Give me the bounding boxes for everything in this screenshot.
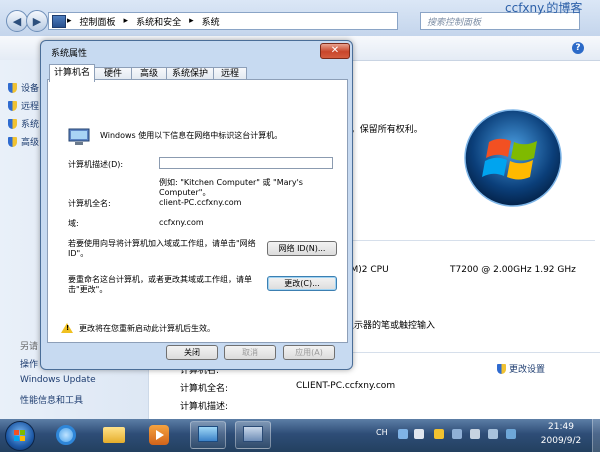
link-windows-update[interactable]: Windows Update — [20, 375, 96, 385]
rename-text: 要重命名这台计算机，或者更改其域或工作组，请单击"更改"。 — [68, 275, 252, 294]
breadcrumb-sep-icon: ▸ — [67, 16, 72, 26]
tray-app-icon[interactable] — [488, 429, 498, 439]
domain-label: 域: — [68, 219, 79, 228]
windows-logo-icon — [464, 109, 562, 207]
cancel-button[interactable]: 取消 — [224, 345, 276, 360]
ime-icon[interactable] — [398, 429, 408, 439]
warning-mark: ! — [66, 324, 70, 332]
forward-button[interactable]: ▶ — [26, 10, 48, 32]
copyright-text: n。保留所有权利。 — [345, 125, 423, 135]
help-icon[interactable]: ? — [572, 42, 584, 54]
windows-flag-icon — [14, 430, 25, 441]
full-name-value: CLIENT-PC.ccfxny.com — [296, 381, 396, 391]
full-name-label: 计算机全名: — [180, 384, 229, 394]
play-icon — [156, 430, 164, 440]
domain-value: ccfxny.com — [159, 218, 204, 227]
nav-item-devices[interactable]: 设备 — [8, 81, 39, 94]
internet-explorer-icon — [56, 425, 76, 445]
tab-panel: Windows 使用以下信息在网络中标识这台计算机。 计算机描述(D): 例如:… — [47, 79, 348, 343]
pen-input-text: 显示器的笔或触控输入 — [345, 321, 436, 331]
description-input[interactable] — [159, 157, 333, 169]
change-settings-link[interactable]: 更改设置 — [497, 362, 545, 375]
example-text: 例如: "Kitchen Computer" 或 "Mary's Compute… — [159, 178, 303, 197]
remote-desktop-icon — [198, 426, 218, 442]
shield-icon — [8, 118, 17, 129]
breadcrumb-sep-icon: ▸ — [189, 16, 194, 26]
nav-item-advanced[interactable]: 高级 — [8, 135, 39, 148]
full-name-value: client-PC.ccfxny.com — [159, 198, 242, 207]
keyboard-icon[interactable] — [414, 429, 424, 439]
dialog-title: 系统属性 — [51, 49, 88, 59]
computer-icon — [68, 128, 90, 145]
link-performance-tools[interactable]: 性能信息和工具 — [20, 393, 83, 406]
see-also-heading: 另请 — [20, 342, 39, 352]
system-properties-icon — [243, 426, 263, 442]
system-properties-dialog: 系统属性 ✕ 计算机名 硬件 高级 系统保护 远程 Windows 使用以下信息… — [40, 40, 353, 370]
network-id-text: 若要使用向导将计算机加入域或工作组，请单击"网络 ID"。 — [68, 239, 256, 258]
intro-text: Windows 使用以下信息在网络中标识这台计算机。 — [100, 131, 283, 140]
breadcrumb-sep-icon: ▸ — [123, 16, 129, 26]
control-panel-icon — [52, 15, 66, 28]
tray-app-icon[interactable] — [506, 429, 516, 439]
nav-item-remote[interactable]: 远程 — [8, 99, 39, 112]
close-button[interactable]: ✕ — [320, 43, 350, 59]
action-center-flag-icon[interactable] — [434, 429, 444, 439]
close-dialog-button[interactable]: 关闭 — [166, 345, 218, 360]
language-indicator[interactable]: CH — [376, 428, 388, 437]
full-name-label: 计算机全名: — [68, 199, 111, 208]
clock-time[interactable]: 21:49 — [536, 422, 586, 432]
watermark: ccfxny.的博客 — [505, 1, 583, 15]
back-button[interactable]: ◀ — [6, 10, 28, 32]
breadcrumb-security[interactable]: 系统和安全 — [136, 15, 181, 28]
description-label: 计算机描述: — [180, 402, 229, 412]
breadcrumb-system[interactable]: 系统 — [202, 15, 220, 28]
volume-icon[interactable] — [470, 429, 480, 439]
start-button[interactable] — [5, 421, 35, 451]
breadcrumb-control-panel[interactable]: 控制面板 — [80, 15, 116, 28]
change-button[interactable]: 更改(C)... — [267, 276, 337, 291]
link-action-center[interactable]: 操作 — [20, 357, 38, 370]
shield-icon — [8, 82, 17, 93]
divider — [345, 240, 595, 241]
clock-date[interactable]: 2009/9/2 — [533, 436, 589, 446]
nav-item-system[interactable]: 系统 — [8, 117, 39, 130]
cpu-speed-text: T7200 @ 2.00GHz 1.92 GHz — [450, 265, 576, 275]
shield-icon — [497, 363, 506, 374]
network-icon[interactable] — [452, 429, 462, 439]
apply-button[interactable]: 应用(A) — [283, 345, 335, 360]
show-desktop-button[interactable] — [592, 419, 600, 452]
warning-text: 更改将在您重新启动此计算机后生效。 — [79, 324, 215, 333]
network-id-button[interactable]: 网络 ID(N)... — [267, 241, 337, 256]
description-label: 计算机描述(D): — [68, 160, 124, 169]
address-input[interactable]: ▸ 控制面板 ▸ 系统和安全 ▸ 系统 — [48, 12, 398, 30]
tab-computer-name[interactable]: 计算机名 — [49, 64, 95, 82]
shield-icon — [8, 100, 17, 111]
shield-icon — [8, 136, 17, 147]
folder-icon — [103, 427, 125, 443]
